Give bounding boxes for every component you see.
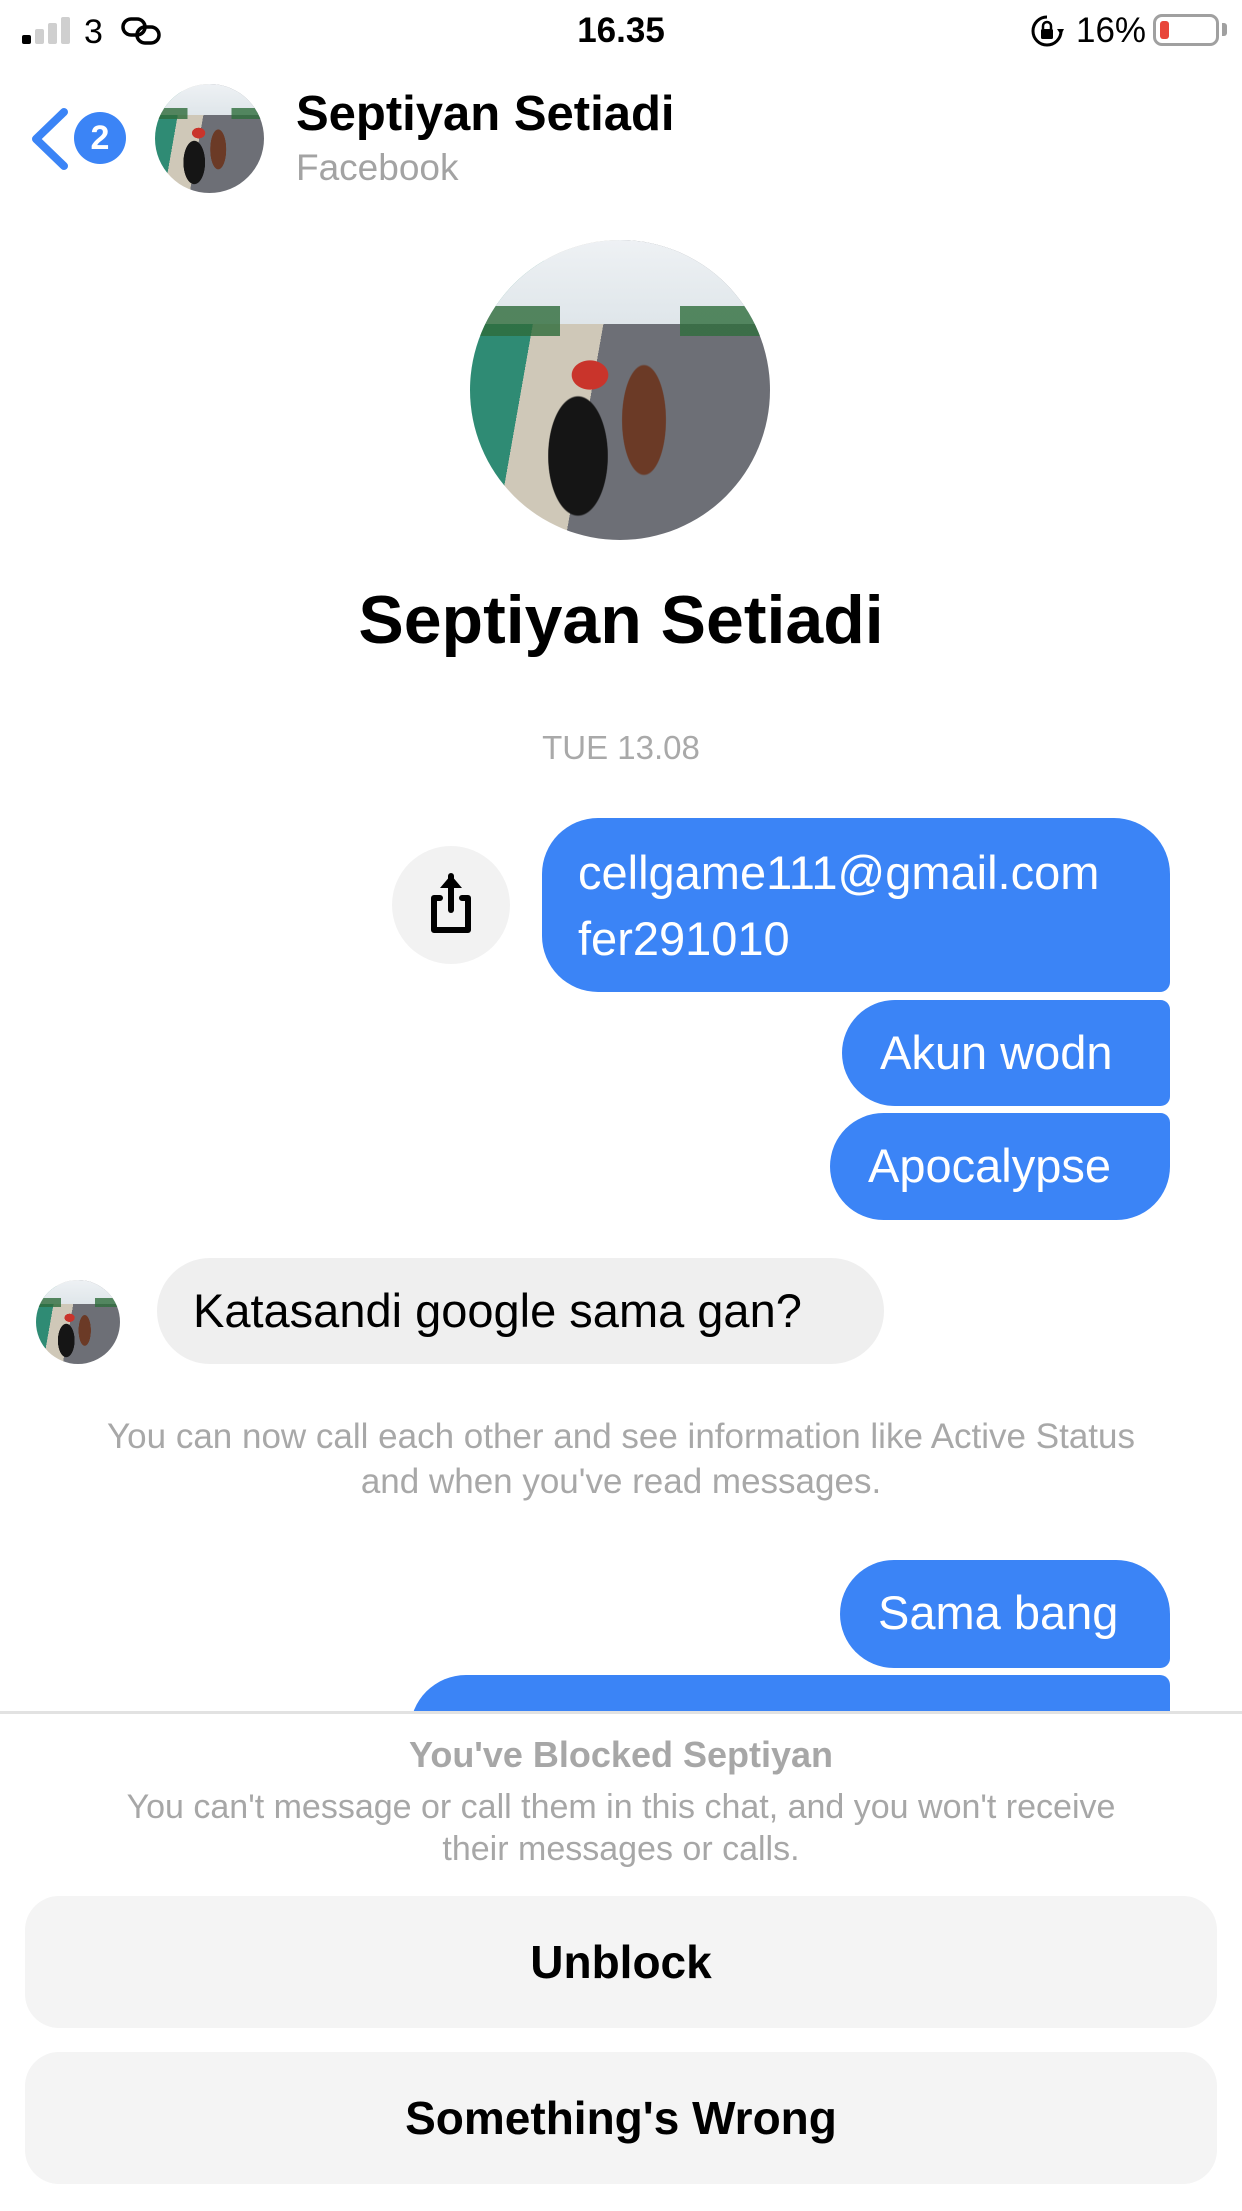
message-line: cellgame111@gmail.com: [578, 846, 1100, 899]
profile-name: Septiyan Setiadi: [358, 582, 884, 658]
date-separator: TUE 13.08: [542, 729, 700, 766]
message-bubble-outgoing[interactable]: Akun wodn: [842, 1000, 1170, 1106]
message-bubble-incoming[interactable]: Katasandi google sama gan?: [157, 1258, 884, 1364]
profile-avatar[interactable]: [470, 240, 770, 540]
something-wrong-button[interactable]: Something's Wrong: [25, 2052, 1217, 2184]
battery-percent: 16%: [1076, 11, 1147, 50]
share-button[interactable]: [392, 846, 510, 964]
battery-icon: [1153, 14, 1219, 46]
back-button[interactable]: [28, 106, 72, 172]
sender-avatar[interactable]: [36, 1280, 120, 1364]
header-contact-name[interactable]: Septiyan Setiadi: [296, 86, 675, 142]
system-message: You can now call each other and see info…: [107, 1417, 1135, 1501]
header-avatar[interactable]: [155, 84, 264, 193]
battery-tip: [1222, 23, 1227, 36]
blocked-description: You can't message or call them in this c…: [126, 1788, 1116, 1868]
share-icon: [431, 873, 471, 933]
rotation-lock-icon: [1030, 14, 1064, 48]
message-bubble-outgoing[interactable]: Sama bang: [840, 1560, 1170, 1668]
message-line: fer291010: [578, 912, 790, 965]
message-bubble-outgoing[interactable]: Apocalypse: [830, 1113, 1170, 1220]
chevron-left-icon: [32, 108, 68, 170]
battery-level: [1160, 21, 1169, 39]
unblock-button[interactable]: Unblock: [25, 1896, 1217, 2028]
unread-badge[interactable]: 2: [74, 112, 126, 164]
header-subtitle: Facebook: [296, 147, 459, 188]
message-bubble-outgoing[interactable]: cellgame111@gmail.com fer291010: [542, 818, 1170, 992]
blocked-title: You've Blocked Septiyan: [408, 1734, 834, 1775]
